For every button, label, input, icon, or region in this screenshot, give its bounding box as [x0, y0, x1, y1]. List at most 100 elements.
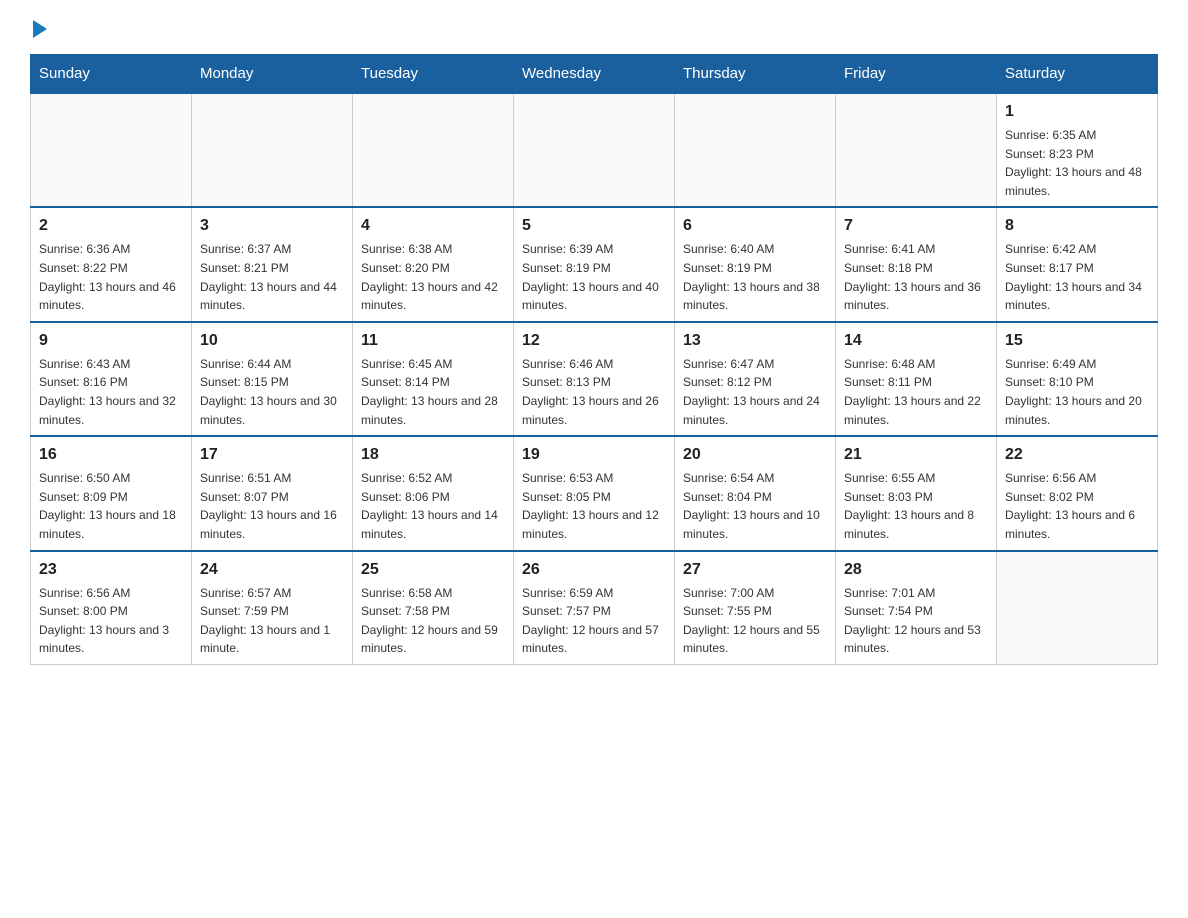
calendar-day-cell: 1Sunrise: 6:35 AM Sunset: 8:23 PM Daylig…: [997, 93, 1158, 207]
day-info: Sunrise: 6:38 AM Sunset: 8:20 PM Dayligh…: [361, 240, 505, 314]
calendar-day-cell: 22Sunrise: 6:56 AM Sunset: 8:02 PM Dayli…: [997, 436, 1158, 550]
calendar-day-cell: 25Sunrise: 6:58 AM Sunset: 7:58 PM Dayli…: [353, 551, 514, 665]
day-info: Sunrise: 6:36 AM Sunset: 8:22 PM Dayligh…: [39, 240, 183, 314]
calendar-day-cell: 9Sunrise: 6:43 AM Sunset: 8:16 PM Daylig…: [31, 322, 192, 436]
day-number: 11: [361, 329, 505, 353]
day-of-week-header: Sunday: [31, 55, 192, 94]
day-info: Sunrise: 6:47 AM Sunset: 8:12 PM Dayligh…: [683, 355, 827, 429]
day-number: 12: [522, 329, 666, 353]
day-number: 26: [522, 558, 666, 582]
calendar-day-cell: [192, 93, 353, 207]
day-info: Sunrise: 6:57 AM Sunset: 7:59 PM Dayligh…: [200, 584, 344, 658]
calendar-day-cell: 19Sunrise: 6:53 AM Sunset: 8:05 PM Dayli…: [514, 436, 675, 550]
calendar-day-cell: 13Sunrise: 6:47 AM Sunset: 8:12 PM Dayli…: [675, 322, 836, 436]
calendar-day-cell: [997, 551, 1158, 665]
day-of-week-header: Thursday: [675, 55, 836, 94]
calendar-week-row: 9Sunrise: 6:43 AM Sunset: 8:16 PM Daylig…: [31, 322, 1158, 436]
day-number: 24: [200, 558, 344, 582]
day-info: Sunrise: 6:43 AM Sunset: 8:16 PM Dayligh…: [39, 355, 183, 429]
day-info: Sunrise: 6:41 AM Sunset: 8:18 PM Dayligh…: [844, 240, 988, 314]
calendar-day-cell: 4Sunrise: 6:38 AM Sunset: 8:20 PM Daylig…: [353, 207, 514, 321]
calendar-day-cell: 16Sunrise: 6:50 AM Sunset: 8:09 PM Dayli…: [31, 436, 192, 550]
calendar-day-cell: 8Sunrise: 6:42 AM Sunset: 8:17 PM Daylig…: [997, 207, 1158, 321]
day-of-week-header: Tuesday: [353, 55, 514, 94]
calendar-day-cell: 17Sunrise: 6:51 AM Sunset: 8:07 PM Dayli…: [192, 436, 353, 550]
day-number: 4: [361, 214, 505, 238]
calendar-header: SundayMondayTuesdayWednesdayThursdayFrid…: [31, 55, 1158, 94]
day-number: 2: [39, 214, 183, 238]
day-number: 7: [844, 214, 988, 238]
day-info: Sunrise: 6:48 AM Sunset: 8:11 PM Dayligh…: [844, 355, 988, 429]
calendar-day-cell: 14Sunrise: 6:48 AM Sunset: 8:11 PM Dayli…: [836, 322, 997, 436]
calendar-day-cell: 28Sunrise: 7:01 AM Sunset: 7:54 PM Dayli…: [836, 551, 997, 665]
day-number: 15: [1005, 329, 1149, 353]
day-number: 5: [522, 214, 666, 238]
day-info: Sunrise: 6:50 AM Sunset: 8:09 PM Dayligh…: [39, 469, 183, 543]
calendar-day-cell: 5Sunrise: 6:39 AM Sunset: 8:19 PM Daylig…: [514, 207, 675, 321]
header-row: SundayMondayTuesdayWednesdayThursdayFrid…: [31, 55, 1158, 94]
calendar-week-row: 23Sunrise: 6:56 AM Sunset: 8:00 PM Dayli…: [31, 551, 1158, 665]
day-number: 8: [1005, 214, 1149, 238]
calendar-week-row: 16Sunrise: 6:50 AM Sunset: 8:09 PM Dayli…: [31, 436, 1158, 550]
day-info: Sunrise: 6:59 AM Sunset: 7:57 PM Dayligh…: [522, 584, 666, 658]
calendar-day-cell: 20Sunrise: 6:54 AM Sunset: 8:04 PM Dayli…: [675, 436, 836, 550]
day-info: Sunrise: 6:37 AM Sunset: 8:21 PM Dayligh…: [200, 240, 344, 314]
calendar-day-cell: 11Sunrise: 6:45 AM Sunset: 8:14 PM Dayli…: [353, 322, 514, 436]
day-info: Sunrise: 6:40 AM Sunset: 8:19 PM Dayligh…: [683, 240, 827, 314]
calendar-day-cell: 26Sunrise: 6:59 AM Sunset: 7:57 PM Dayli…: [514, 551, 675, 665]
day-number: 25: [361, 558, 505, 582]
day-number: 21: [844, 443, 988, 467]
day-info: Sunrise: 7:00 AM Sunset: 7:55 PM Dayligh…: [683, 584, 827, 658]
day-number: 28: [844, 558, 988, 582]
day-info: Sunrise: 6:45 AM Sunset: 8:14 PM Dayligh…: [361, 355, 505, 429]
page-header: [30, 20, 1158, 38]
day-info: Sunrise: 6:42 AM Sunset: 8:17 PM Dayligh…: [1005, 240, 1149, 314]
calendar-day-cell: 15Sunrise: 6:49 AM Sunset: 8:10 PM Dayli…: [997, 322, 1158, 436]
day-info: Sunrise: 6:54 AM Sunset: 8:04 PM Dayligh…: [683, 469, 827, 543]
logo-line1: [30, 20, 47, 38]
day-number: 9: [39, 329, 183, 353]
day-number: 16: [39, 443, 183, 467]
day-of-week-header: Friday: [836, 55, 997, 94]
calendar-day-cell: 21Sunrise: 6:55 AM Sunset: 8:03 PM Dayli…: [836, 436, 997, 550]
calendar-day-cell: 3Sunrise: 6:37 AM Sunset: 8:21 PM Daylig…: [192, 207, 353, 321]
calendar-day-cell: 6Sunrise: 6:40 AM Sunset: 8:19 PM Daylig…: [675, 207, 836, 321]
calendar-week-row: 1Sunrise: 6:35 AM Sunset: 8:23 PM Daylig…: [31, 93, 1158, 207]
day-of-week-header: Saturday: [997, 55, 1158, 94]
calendar-day-cell: [31, 93, 192, 207]
day-info: Sunrise: 6:35 AM Sunset: 8:23 PM Dayligh…: [1005, 126, 1149, 200]
calendar-day-cell: [675, 93, 836, 207]
day-info: Sunrise: 6:39 AM Sunset: 8:19 PM Dayligh…: [522, 240, 666, 314]
day-number: 17: [200, 443, 344, 467]
calendar-day-cell: [353, 93, 514, 207]
day-number: 20: [683, 443, 827, 467]
calendar-week-row: 2Sunrise: 6:36 AM Sunset: 8:22 PM Daylig…: [31, 207, 1158, 321]
calendar-day-cell: 7Sunrise: 6:41 AM Sunset: 8:18 PM Daylig…: [836, 207, 997, 321]
day-number: 27: [683, 558, 827, 582]
day-info: Sunrise: 7:01 AM Sunset: 7:54 PM Dayligh…: [844, 584, 988, 658]
day-number: 18: [361, 443, 505, 467]
day-info: Sunrise: 6:56 AM Sunset: 8:00 PM Dayligh…: [39, 584, 183, 658]
calendar-day-cell: 27Sunrise: 7:00 AM Sunset: 7:55 PM Dayli…: [675, 551, 836, 665]
day-info: Sunrise: 6:53 AM Sunset: 8:05 PM Dayligh…: [522, 469, 666, 543]
calendar-day-cell: 23Sunrise: 6:56 AM Sunset: 8:00 PM Dayli…: [31, 551, 192, 665]
day-info: Sunrise: 6:49 AM Sunset: 8:10 PM Dayligh…: [1005, 355, 1149, 429]
calendar-day-cell: 12Sunrise: 6:46 AM Sunset: 8:13 PM Dayli…: [514, 322, 675, 436]
day-of-week-header: Wednesday: [514, 55, 675, 94]
day-info: Sunrise: 6:56 AM Sunset: 8:02 PM Dayligh…: [1005, 469, 1149, 543]
calendar-day-cell: 10Sunrise: 6:44 AM Sunset: 8:15 PM Dayli…: [192, 322, 353, 436]
day-number: 22: [1005, 443, 1149, 467]
calendar-table: SundayMondayTuesdayWednesdayThursdayFrid…: [30, 54, 1158, 665]
calendar-day-cell: 24Sunrise: 6:57 AM Sunset: 7:59 PM Dayli…: [192, 551, 353, 665]
logo-arrow-icon: [33, 20, 47, 38]
logo: [30, 20, 47, 38]
day-info: Sunrise: 6:44 AM Sunset: 8:15 PM Dayligh…: [200, 355, 344, 429]
day-info: Sunrise: 6:51 AM Sunset: 8:07 PM Dayligh…: [200, 469, 344, 543]
day-info: Sunrise: 6:58 AM Sunset: 7:58 PM Dayligh…: [361, 584, 505, 658]
day-number: 23: [39, 558, 183, 582]
calendar-day-cell: 18Sunrise: 6:52 AM Sunset: 8:06 PM Dayli…: [353, 436, 514, 550]
day-number: 13: [683, 329, 827, 353]
day-number: 19: [522, 443, 666, 467]
calendar-day-cell: 2Sunrise: 6:36 AM Sunset: 8:22 PM Daylig…: [31, 207, 192, 321]
day-info: Sunrise: 6:46 AM Sunset: 8:13 PM Dayligh…: [522, 355, 666, 429]
